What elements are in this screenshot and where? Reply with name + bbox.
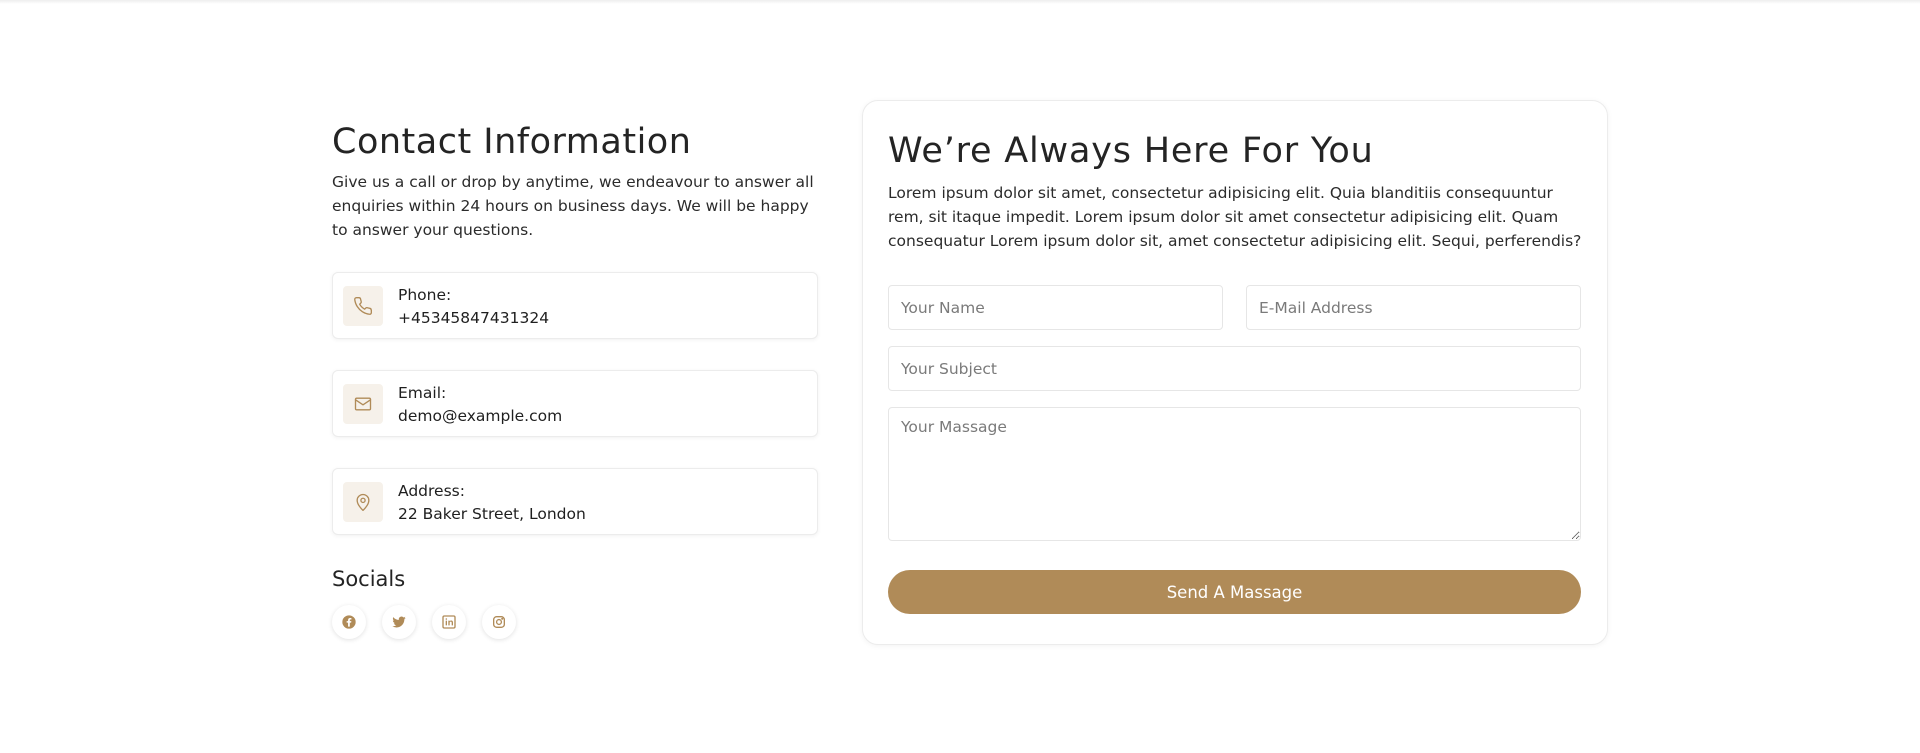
phone-card: Phone: +45345847431324 [332,272,818,339]
phone-icon [343,286,383,326]
contact-intro: Give us a call or drop by anytime, we en… [332,173,814,239]
form-title: We’re Always Here For You [888,131,1374,171]
email-value[interactable]: demo@example.com [398,405,562,428]
contact-title: Contact Information [332,122,692,162]
address-value: 22 Baker Street, London [398,505,586,523]
contact-information-section: Contact Information Give us a call or dr… [332,118,818,639]
socials-title: Socials [332,567,406,591]
phone-value[interactable]: +45345847431324 [398,307,549,330]
email-input[interactable] [1246,285,1581,330]
address-card: Address: 22 Baker Street, London [332,468,818,535]
social-links [332,605,818,639]
map-pin-icon [343,482,383,522]
facebook-icon[interactable] [332,605,366,639]
name-input[interactable] [888,285,1223,330]
phone-label: Phone: [398,286,452,304]
address-label: Address: [398,482,465,500]
contact-form-card: We’re Always Here For You Lorem ipsum do… [862,100,1608,645]
instagram-icon[interactable] [482,605,516,639]
subject-input[interactable] [888,346,1581,391]
linkedin-icon[interactable] [432,605,466,639]
form-description: Lorem ipsum dolor sit amet, consectetur … [888,184,1582,250]
send-message-button[interactable]: Send A Massage [888,570,1581,614]
top-border [0,0,1920,4]
twitter-icon[interactable] [382,605,416,639]
message-textarea[interactable] [888,407,1581,541]
mail-icon [343,384,383,424]
email-card: Email: demo@example.com [332,370,818,437]
email-label: Email: [398,384,447,402]
